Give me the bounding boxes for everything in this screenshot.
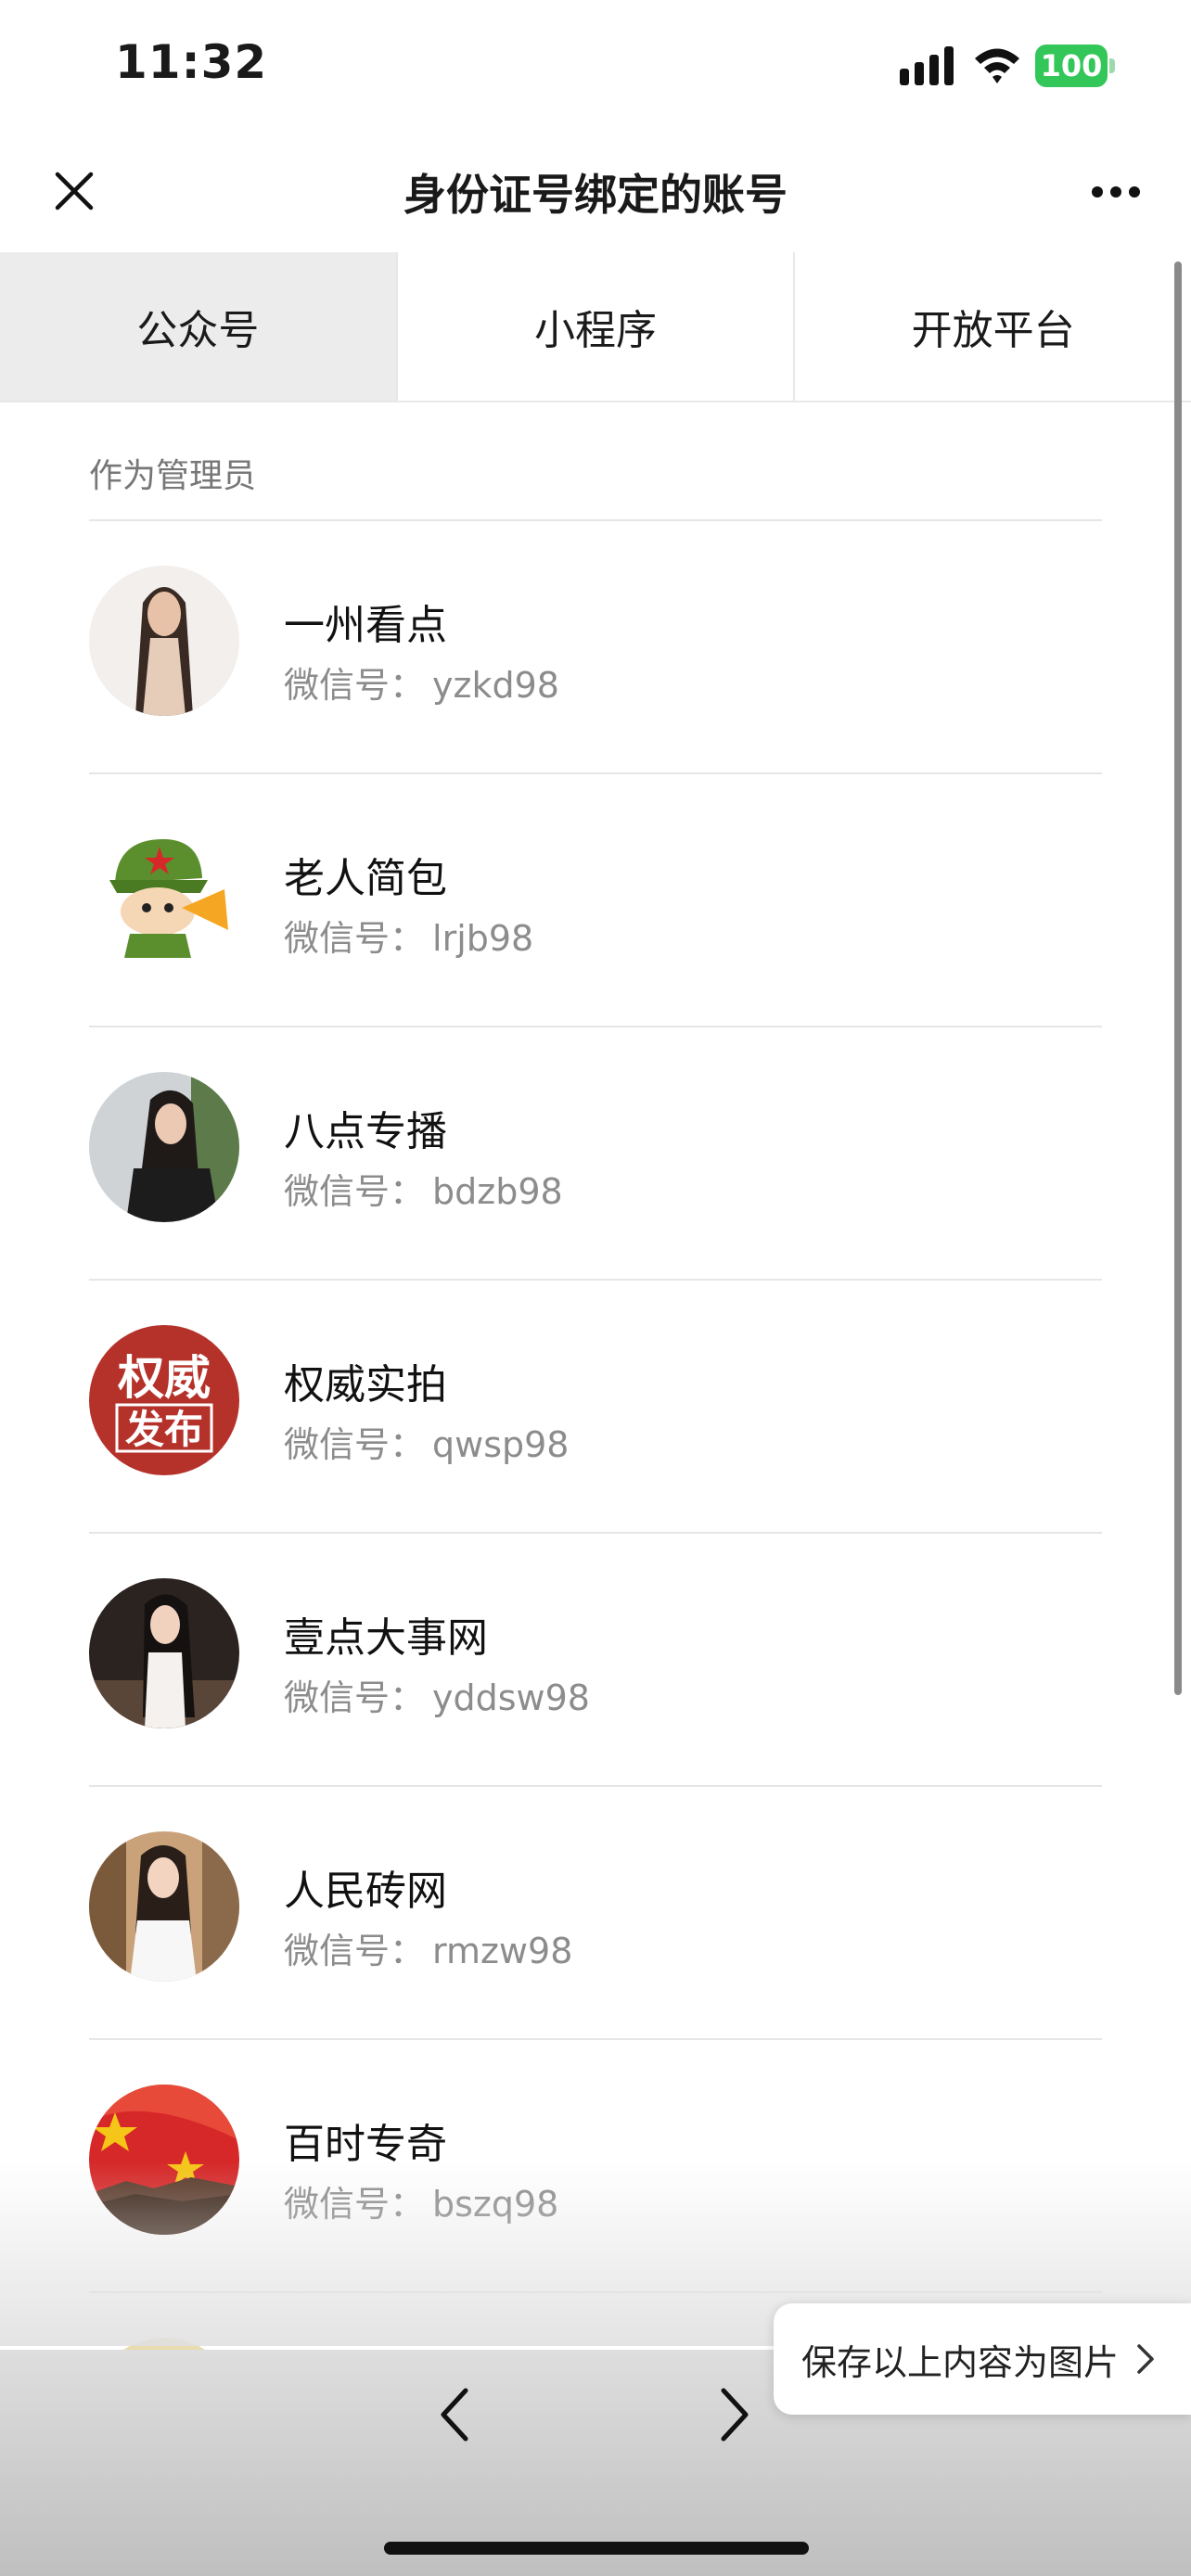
- battery-level: 100: [1035, 45, 1108, 87]
- status-time: 11:32: [115, 35, 268, 89]
- account-name: 壹点大事网: [284, 1614, 488, 1662]
- avatar: [89, 1831, 239, 1982]
- page-title: 身份证号绑定的账号: [403, 170, 788, 220]
- list-item[interactable]: 权威 发布 权威实拍 微信号： qwsp98: [0, 1281, 1191, 1534]
- wechat-id-prefix: 微信号：: [284, 1424, 426, 1465]
- more-icon[interactable]: [1091, 185, 1141, 198]
- wechat-id: 微信号： lrjb98: [284, 910, 541, 961]
- wechat-id-prefix: 微信号：: [284, 1931, 426, 1971]
- list-item[interactable]: 八点专播 微信号： bdzb98: [0, 1027, 1191, 1281]
- wechat-id-value: yzkd98: [432, 665, 559, 706]
- back-arrow-icon[interactable]: [436, 2385, 473, 2444]
- forward-arrow-icon[interactable]: [716, 2385, 753, 2444]
- list-item[interactable]: 人民砖网 微信号： rmzw98: [0, 1787, 1191, 2040]
- account-name: 老人简包: [284, 855, 447, 902]
- save-as-image-button[interactable]: 保存以上内容为图片: [774, 2303, 1191, 2415]
- nav-bar: 身份证号绑定的账号: [0, 130, 1191, 252]
- wechat-id-value: yddsw98: [432, 1677, 590, 1718]
- wechat-id-prefix: 微信号：: [284, 665, 426, 706]
- tab-mini-programs[interactable]: 小程序: [397, 252, 796, 401]
- avatar: 权威 发布: [89, 1325, 239, 1475]
- wechat-id: 微信号： yzkd98: [284, 657, 567, 708]
- tab-open-platform[interactable]: 开放平台: [795, 252, 1191, 401]
- save-as-image-label: 保存以上内容为图片: [801, 2341, 1120, 2383]
- account-name: 人民砖网: [284, 1868, 447, 1915]
- home-indicator: [384, 2542, 809, 2555]
- wechat-id-prefix: 微信号：: [284, 918, 426, 959]
- screen: 11:32 100 身份证号绑定的账号 公众号 小程序 开放平台 作为管理员 一…: [0, 0, 1191, 2576]
- wechat-id: 微信号： rmzw98: [284, 1922, 580, 1973]
- avatar: [89, 819, 239, 969]
- section-header: 作为管理员: [89, 457, 257, 495]
- list-item[interactable]: 一州看点 微信号： yzkd98: [0, 521, 1191, 774]
- tab-bar: 公众号 小程序 开放平台: [0, 252, 1191, 402]
- account-name: 八点专播: [284, 1108, 447, 1155]
- wechat-id-value: lrjb98: [432, 918, 534, 959]
- avatar: [89, 566, 239, 716]
- wechat-id-prefix: 微信号：: [284, 1677, 426, 1718]
- cellular-signal-icon: [900, 46, 954, 85]
- chevron-right-icon: [1137, 2344, 1154, 2374]
- wechat-id-value: rmzw98: [432, 1931, 573, 1971]
- wechat-id: 微信号： yddsw98: [284, 1669, 597, 1720]
- wechat-id-value: qwsp98: [432, 1424, 570, 1465]
- logo-text-top: 权威: [117, 1351, 211, 1405]
- avatar: [89, 1072, 239, 1222]
- list-item[interactable]: 壹点大事网 微信号： yddsw98: [0, 1534, 1191, 1787]
- battery-cap: [1109, 58, 1115, 73]
- logo-text-bottom: 发布: [125, 1407, 203, 1452]
- battery-indicator: 100: [1035, 45, 1115, 87]
- tab-official-accounts[interactable]: 公众号: [0, 252, 398, 401]
- wifi-icon: [975, 48, 1019, 83]
- wechat-id: 微信号： qwsp98: [284, 1416, 577, 1467]
- wechat-id-prefix: 微信号：: [284, 1171, 426, 1212]
- account-name: 权威实拍: [284, 1361, 447, 1409]
- status-bar: 11:32 100: [0, 0, 1191, 130]
- wechat-id: 微信号： bdzb98: [284, 1163, 570, 1214]
- account-name: 一州看点: [284, 602, 447, 649]
- avatar: [89, 1578, 239, 1728]
- wechat-id-value: bdzb98: [432, 1171, 563, 1212]
- list-item[interactable]: 老人简包 微信号： lrjb98: [0, 774, 1191, 1027]
